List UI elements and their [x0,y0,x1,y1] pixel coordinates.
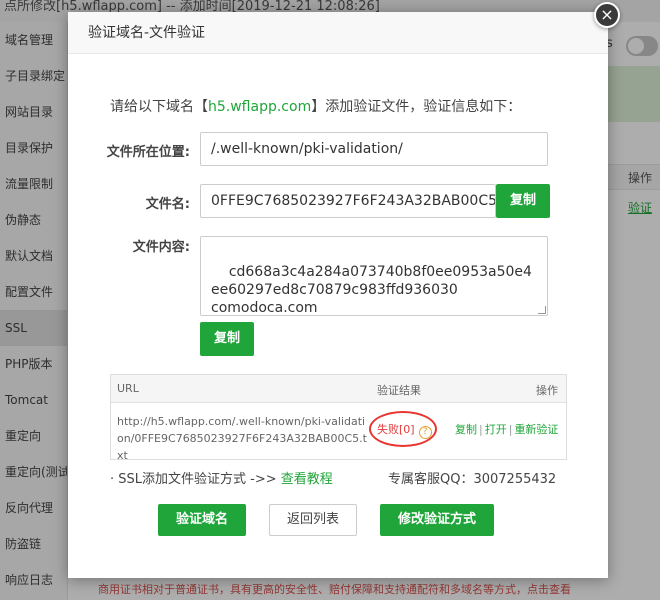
back-to-list-button[interactable]: 返回列表 [269,504,357,536]
verify-domain-button[interactable]: 验证域名 [158,504,246,536]
support-qq: 专属客服QQ：3007255432 [388,472,557,487]
copy-content-button[interactable]: 复制 [200,322,254,356]
intro-prefix: 请给以下域名【 [110,99,208,115]
col-url: URL [117,382,139,395]
file-name-label: 文件名: [145,197,190,212]
dialog-title: 验证域名-文件验证 [68,12,608,54]
verify-domain-dialog: 验证域名-文件验证 请给以下域名【h5.wflapp.com】添加验证文件，验证… [68,12,608,578]
verification-table: URL 验证结果 操作 http://h5.wflapp.com/.well-k… [110,374,567,462]
guide-text: · SSL添加文件验证方式 ->> [110,472,281,487]
intro-domain: h5.wflapp.com [208,99,312,115]
tutorial-link[interactable]: 查看教程 [281,472,333,487]
divider: | [479,423,483,436]
copy-filename-button[interactable]: 复制 [496,184,550,218]
file-name-field[interactable]: 0FFE9C7685023927F6F243A32BAB00C5.txt [200,184,496,218]
intro-text: 请给以下域名【h5.wflapp.com】添加验证文件，验证信息如下： [110,96,521,116]
close-icon[interactable]: × [594,2,620,28]
file-location-label: 文件所在位置: [106,145,190,160]
col-ops: 操作 [536,384,558,397]
resize-handle[interactable] [538,306,546,314]
col-result: 验证结果 [377,384,421,397]
table-header: URL 验证结果 操作 [111,375,566,403]
status-badge: 失败[0]? [377,421,432,439]
file-content-textarea[interactable]: cd668a3c4a284a073740b8f0ee0953a50e4ee602… [200,236,548,316]
file-content-label: 文件内容: [132,240,190,255]
status-text: 失败[0] [377,423,415,436]
copy-url-link[interactable]: 复制 [455,423,477,436]
file-location-field[interactable]: /.well-known/pki-validation/ [200,132,548,166]
intro-suffix: 】添加验证文件，验证信息如下： [311,99,522,115]
change-method-button[interactable]: 修改验证方式 [380,504,494,536]
question-circle-icon[interactable]: ? [418,426,432,439]
reverify-link[interactable]: 重新验证 [514,423,558,436]
row-actions: 复制 | 打开 | 重新验证 [455,421,558,437]
verification-url: http://h5.wflapp.com/.well-known/pki-val… [117,415,367,462]
table-row: http://h5.wflapp.com/.well-known/pki-val… [111,403,566,462]
file-content-text: cd668a3c4a284a073740b8f0ee0953a50e4ee602… [211,264,532,316]
guide-line: · SSL添加文件验证方式 ->> 查看教程 [110,468,333,487]
open-url-link[interactable]: 打开 [485,423,507,436]
